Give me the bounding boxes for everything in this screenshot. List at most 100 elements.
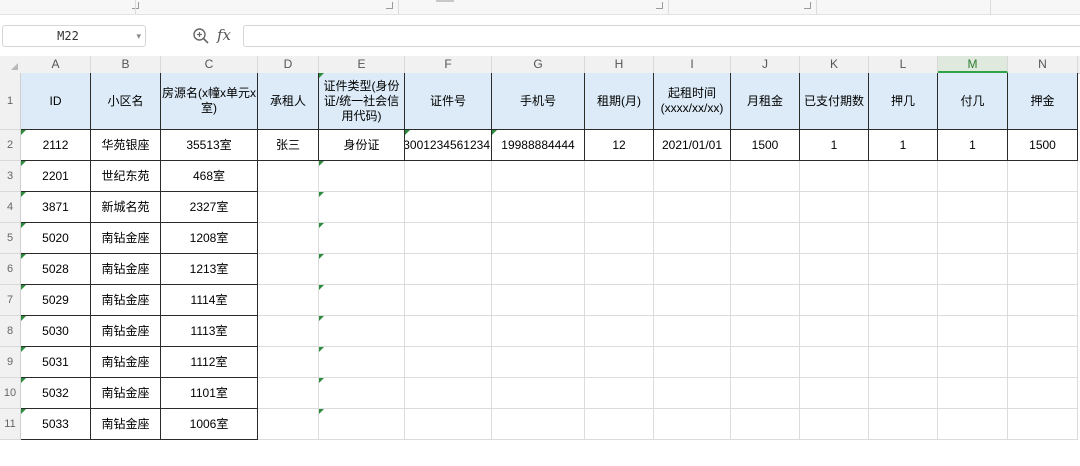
cell-deposit[interactable]: 1500: [1008, 130, 1078, 161]
cell-start-date[interactable]: [654, 378, 731, 409]
cell-term[interactable]: [585, 409, 654, 440]
cell-id-number[interactable]: [405, 223, 492, 254]
header-cell-rent[interactable]: 月租金: [731, 73, 800, 130]
cell-deposit-months[interactable]: [869, 409, 938, 440]
cell-id-number[interactable]: [405, 161, 492, 192]
cell-unit[interactable]: 1101室: [161, 378, 258, 409]
row-header-6[interactable]: 6: [0, 254, 21, 285]
cell-id-number[interactable]: 3001234561234: [405, 130, 492, 161]
cell-id-type[interactable]: [319, 285, 405, 316]
cell-pay-months[interactable]: [938, 316, 1008, 347]
cell-id-type[interactable]: 身份证: [319, 130, 405, 161]
row-header-1[interactable]: 1: [0, 73, 21, 130]
cell-unit[interactable]: 1114室: [161, 285, 258, 316]
cell-start-date[interactable]: [654, 316, 731, 347]
cell-unit[interactable]: 468室: [161, 161, 258, 192]
cell-unit[interactable]: 1112室: [161, 347, 258, 378]
cell-id-number[interactable]: [405, 192, 492, 223]
cell-tenant[interactable]: 张三: [258, 130, 319, 161]
column-header-g[interactable]: G: [492, 56, 585, 73]
cell-rent[interactable]: [731, 409, 800, 440]
cell-id-number[interactable]: [405, 378, 492, 409]
cell-deposit-months[interactable]: [869, 347, 938, 378]
header-cell-tenant[interactable]: 承租人: [258, 73, 319, 130]
row-header-10[interactable]: 10: [0, 378, 21, 409]
header-cell-paid-periods[interactable]: 已支付期数: [800, 73, 869, 130]
cell-deposit-months[interactable]: [869, 161, 938, 192]
cell-rent[interactable]: [731, 316, 800, 347]
cell-deposit-months[interactable]: 1: [869, 130, 938, 161]
cell-phone[interactable]: [492, 161, 585, 192]
cell-tenant[interactable]: [258, 378, 319, 409]
cell-paid-periods[interactable]: [800, 409, 869, 440]
cell-paid-periods[interactable]: 1: [800, 130, 869, 161]
cell-id[interactable]: 5032: [21, 378, 91, 409]
cell-unit[interactable]: 1213室: [161, 254, 258, 285]
cell-term[interactable]: 12: [585, 130, 654, 161]
cell-deposit-months[interactable]: [869, 192, 938, 223]
cell-id[interactable]: 5030: [21, 316, 91, 347]
header-cell-community[interactable]: 小区名: [91, 73, 161, 130]
cell-deposit-months[interactable]: [869, 223, 938, 254]
cell-deposit[interactable]: [1008, 254, 1078, 285]
header-cell-deposit-months[interactable]: 押几: [869, 73, 938, 130]
cell-deposit-months[interactable]: [869, 254, 938, 285]
cell-id[interactable]: 2201: [21, 161, 91, 192]
cell-id-type[interactable]: [319, 316, 405, 347]
cell-rent[interactable]: [731, 347, 800, 378]
cell-id[interactable]: 5029: [21, 285, 91, 316]
cell-deposit-months[interactable]: [869, 285, 938, 316]
cell-pay-months[interactable]: [938, 223, 1008, 254]
column-header-l[interactable]: L: [869, 56, 938, 73]
cell-paid-periods[interactable]: [800, 285, 869, 316]
cell-deposit[interactable]: [1008, 223, 1078, 254]
header-cell-phone[interactable]: 手机号: [492, 73, 585, 130]
row-header-5[interactable]: 5: [0, 223, 21, 254]
cell-term[interactable]: [585, 254, 654, 285]
cell-id-number[interactable]: [405, 285, 492, 316]
cell-community[interactable]: 南钻金座: [91, 316, 161, 347]
cell-tenant[interactable]: [258, 285, 319, 316]
cell-start-date[interactable]: [654, 161, 731, 192]
cell-pay-months[interactable]: [938, 347, 1008, 378]
cell-unit[interactable]: 2327室: [161, 192, 258, 223]
cell-rent[interactable]: 1500: [731, 130, 800, 161]
name-box[interactable]: M22 ▾: [2, 25, 146, 47]
cell-paid-periods[interactable]: [800, 378, 869, 409]
column-header-e[interactable]: E: [319, 56, 405, 73]
cell-start-date[interactable]: [654, 223, 731, 254]
column-header-j[interactable]: J: [731, 56, 800, 73]
row-header-11[interactable]: 11: [0, 409, 21, 440]
cell-deposit-months[interactable]: [869, 378, 938, 409]
cell-unit[interactable]: 1113室: [161, 316, 258, 347]
cell-deposit[interactable]: [1008, 347, 1078, 378]
cell-deposit[interactable]: [1008, 192, 1078, 223]
cell-phone[interactable]: 19988884444: [492, 130, 585, 161]
column-header-d[interactable]: D: [258, 56, 319, 73]
cell-term[interactable]: [585, 285, 654, 316]
cell-pay-months[interactable]: [938, 161, 1008, 192]
column-header-n[interactable]: N: [1008, 56, 1078, 73]
cell-paid-periods[interactable]: [800, 316, 869, 347]
cell-community[interactable]: 南钻金座: [91, 223, 161, 254]
cell-deposit[interactable]: [1008, 316, 1078, 347]
cell-start-date[interactable]: [654, 192, 731, 223]
cell-unit[interactable]: 35513室: [161, 130, 258, 161]
cell-deposit[interactable]: [1008, 161, 1078, 192]
row-header-8[interactable]: 8: [0, 316, 21, 347]
cell-start-date[interactable]: 2021/01/01: [654, 130, 731, 161]
column-header-m[interactable]: M: [938, 56, 1008, 73]
cell-paid-periods[interactable]: [800, 192, 869, 223]
cell-paid-periods[interactable]: [800, 223, 869, 254]
cell-community[interactable]: 新城名苑: [91, 192, 161, 223]
cell-pay-months[interactable]: [938, 378, 1008, 409]
cell-term[interactable]: [585, 223, 654, 254]
cell-id-number[interactable]: [405, 347, 492, 378]
cell-rent[interactable]: [731, 223, 800, 254]
cell-phone[interactable]: [492, 254, 585, 285]
cell-rent[interactable]: [731, 378, 800, 409]
row-header-7[interactable]: 7: [0, 285, 21, 316]
cell-phone[interactable]: [492, 409, 585, 440]
cell-tenant[interactable]: [258, 161, 319, 192]
cell-tenant[interactable]: [258, 254, 319, 285]
